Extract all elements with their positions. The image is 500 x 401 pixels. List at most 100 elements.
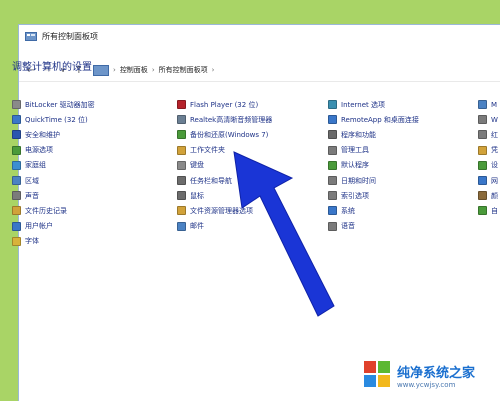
items-column-3: Internet 选项 RemoteApp 和桌面连接 程序和功能 管理工具 默… [328, 97, 488, 234]
file-history-item[interactable]: 文件历史记录 [12, 203, 172, 218]
item-label: 区域 [25, 176, 39, 185]
programs-icon [328, 130, 337, 140]
items-column-4: M W 红 凭 设 网 颜 自 [478, 97, 500, 219]
item-label: 声音 [25, 191, 39, 200]
item-label: 备份和还原(Windows 7) [190, 130, 269, 139]
item-label: 用户帐户 [25, 222, 53, 231]
users-icon [12, 221, 21, 231]
item-label: Realtek高清晰音频管理器 [190, 115, 273, 124]
homegroup-item[interactable]: 家庭组 [12, 158, 172, 173]
item-label: 键盘 [190, 161, 204, 170]
item-label: 安全和维护 [25, 130, 60, 139]
item-label: 管理工具 [341, 146, 369, 155]
programs-features-item[interactable]: 程序和功能 [328, 127, 488, 142]
audio-manager-icon [177, 115, 186, 125]
power-options-item[interactable]: 电源选项 [12, 143, 172, 158]
item-label: RemoteApp 和桌面连接 [341, 115, 419, 124]
quicktime-icon [12, 115, 21, 125]
breadcrumb-control-panel[interactable]: 控制面板 [120, 65, 148, 75]
item-label: 设 [491, 161, 498, 170]
fonts-item[interactable]: 字体 [12, 234, 172, 249]
default-programs-item[interactable]: 默认程序 [328, 158, 488, 173]
realtek-audio-item[interactable]: Realtek高清晰音频管理器 [177, 112, 337, 127]
keyboard-icon [177, 160, 186, 170]
remoteapp-item[interactable]: RemoteApp 和桌面连接 [328, 112, 488, 127]
admin-tools-item[interactable]: 管理工具 [328, 143, 488, 158]
region-item[interactable]: 区域 [12, 173, 172, 188]
control-panel-crumb-icon [93, 64, 109, 76]
breadcrumb-separator: › [113, 66, 116, 74]
items-column-1: BitLocker 驱动器加密 QuickTime (32 位) 安全和维护 电… [12, 97, 172, 249]
item-label: 家庭组 [25, 161, 46, 170]
title-bar: 所有控制面板项 [19, 25, 500, 47]
font-icon [12, 236, 21, 246]
date-time-item[interactable]: 日期和时间 [328, 173, 488, 188]
item-label: 网 [491, 176, 498, 185]
column-4-item-6[interactable]: 网 [478, 173, 500, 188]
column-4-item-4[interactable]: 凭 [478, 143, 500, 158]
item-label: 索引选项 [341, 191, 369, 200]
item-label: 系统 [341, 206, 355, 215]
item-label: 鼠标 [190, 191, 204, 200]
item-label: 程序和功能 [341, 130, 376, 139]
security-maintenance-item[interactable]: 安全和维护 [12, 127, 172, 142]
control-panel-icon [25, 31, 37, 41]
column-4-item-2[interactable]: W [478, 112, 500, 127]
item-icon [478, 145, 487, 155]
item-label: 字体 [25, 237, 39, 246]
globe-icon [12, 176, 21, 186]
quicktime-item[interactable]: QuickTime (32 位) [12, 112, 172, 127]
item-label: 红 [491, 130, 498, 139]
flag-icon [12, 130, 21, 140]
page-title: 调整计算机的设置 [12, 62, 92, 73]
homegroup-icon [12, 160, 21, 170]
windows-logo-icon [364, 361, 392, 389]
flash-player-item[interactable]: Flash Player (32 位) [177, 97, 337, 112]
system-item[interactable]: 系统 [328, 203, 488, 218]
item-label: 默认程序 [341, 161, 369, 170]
item-label: BitLocker 驱动器加密 [25, 100, 95, 109]
power-icon [12, 145, 21, 155]
watermark: 纯净系统之家 www.ycwjsy.com [360, 355, 496, 395]
internet-options-item[interactable]: Internet 选项 [328, 97, 488, 112]
item-label: 自 [491, 206, 498, 215]
item-icon [478, 160, 487, 170]
pointer-arrow-icon [233, 151, 335, 317]
taskbar-icon [177, 176, 186, 186]
item-label: M [491, 100, 498, 109]
indexing-options-item[interactable]: 索引选项 [328, 188, 488, 203]
watermark-title: 纯净系统之家 [397, 365, 476, 381]
column-4-item-7[interactable]: 颜 [478, 188, 500, 203]
column-4-item-8[interactable]: 自 [478, 203, 500, 218]
breadcrumb-all-items[interactable]: 所有控制面板项 [159, 65, 208, 75]
item-icon [478, 100, 487, 110]
item-label: 电源选项 [25, 146, 53, 155]
item-icon [478, 115, 487, 125]
item-label: QuickTime (32 位) [25, 115, 88, 124]
window-title: 所有控制面板项 [42, 31, 98, 41]
breadcrumb-separator: › [151, 66, 155, 74]
item-label: 邮件 [190, 222, 204, 231]
internet-icon [328, 100, 337, 110]
item-label: Flash Player (32 位) [190, 100, 259, 109]
folder-icon [177, 145, 186, 155]
mail-icon [177, 221, 186, 231]
bitlocker-item[interactable]: BitLocker 驱动器加密 [12, 97, 172, 112]
breadcrumb: › 控制面板 › 所有控制面板项 › [93, 64, 215, 76]
backup-icon [177, 130, 186, 140]
item-icon [478, 130, 487, 140]
item-icon [478, 206, 487, 216]
backup-restore-item[interactable]: 备份和还原(Windows 7) [177, 127, 337, 142]
breadcrumb-separator: › [211, 66, 215, 74]
folder-options-icon [177, 206, 186, 216]
column-4-item-3[interactable]: 红 [478, 127, 500, 142]
item-icon [478, 176, 487, 186]
sound-item[interactable]: 声音 [12, 188, 172, 203]
mouse-icon [177, 191, 186, 201]
speech-item[interactable]: 语音 [328, 219, 488, 234]
item-label: 工作文件夹 [190, 146, 225, 155]
flash-icon [177, 100, 186, 110]
column-4-item-5[interactable]: 设 [478, 158, 500, 173]
user-accounts-item[interactable]: 用户帐户 [12, 219, 172, 234]
column-4-item-1[interactable]: M [478, 97, 500, 112]
